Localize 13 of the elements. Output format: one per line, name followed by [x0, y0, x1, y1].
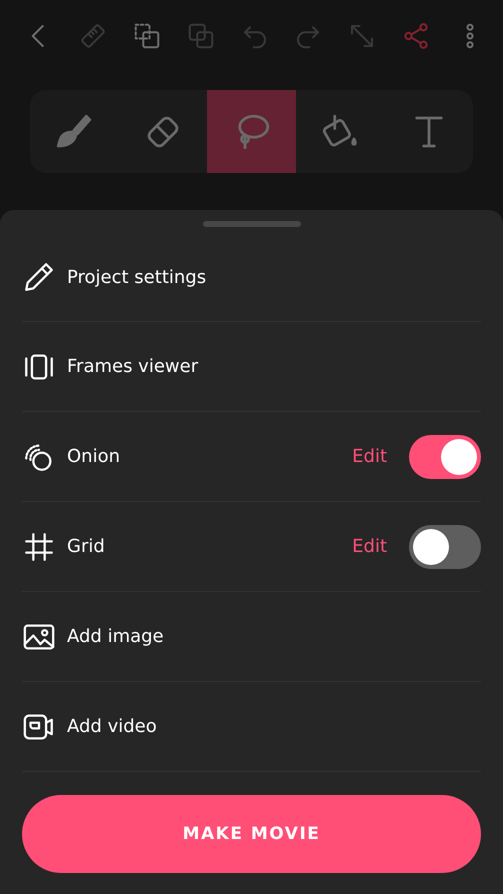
toggle-switch[interactable]: [409, 434, 481, 478]
menu-item-label[interactable]: Grid: [67, 536, 352, 557]
menu-item-label[interactable]: Add video: [67, 716, 481, 737]
menu-item-label[interactable]: Onion: [67, 446, 352, 467]
edit-link[interactable]: Edit: [352, 536, 387, 557]
edit-link[interactable]: Edit: [352, 446, 387, 467]
toggle-switch[interactable]: [409, 524, 481, 568]
menu-item-label[interactable]: Project settings: [67, 266, 481, 288]
drag-handle[interactable]: [202, 221, 300, 227]
pencil-icon: [22, 260, 56, 294]
menu-item-label[interactable]: Frames viewer: [67, 356, 481, 377]
tool-button[interactable]: [207, 90, 296, 173]
menu-item-label[interactable]: Add image: [67, 626, 481, 647]
